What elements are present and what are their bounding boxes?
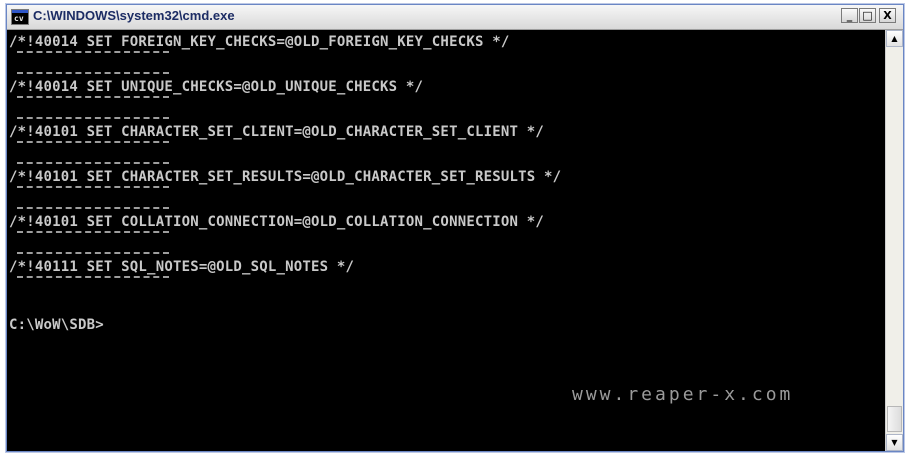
separator-line bbox=[9, 139, 879, 148]
separator-line bbox=[9, 229, 879, 238]
separator-line bbox=[9, 70, 879, 79]
app-icon-label: cv bbox=[14, 14, 24, 23]
console-text-area: /*!40014 SET FOREIGN_KEY_CHECKS=@OLD_FOR… bbox=[9, 34, 879, 333]
close-button[interactable]: X bbox=[879, 8, 896, 23]
console-line: /*!40101 SET COLLATION_CONNECTION=@OLD_C… bbox=[9, 214, 544, 230]
console-line: /*!40014 SET FOREIGN_KEY_CHECKS=@OLD_FOR… bbox=[9, 34, 510, 50]
vertical-scrollbar[interactable]: ▲ ▼ bbox=[885, 30, 903, 451]
scroll-down-arrow-icon[interactable]: ▼ bbox=[886, 434, 903, 451]
window-title: C:\WINDOWS\system32\cmd.exe bbox=[33, 8, 235, 23]
separator-line bbox=[9, 274, 879, 283]
separator-line bbox=[9, 94, 879, 103]
separator-line bbox=[9, 250, 879, 259]
console-output[interactable]: /*!40014 SET FOREIGN_KEY_CHECKS=@OLD_FOR… bbox=[7, 30, 885, 451]
console-line: /*!40014 SET UNIQUE_CHECKS=@OLD_UNIQUE_C… bbox=[9, 79, 424, 95]
watermark-text: www.reaper-x.com bbox=[572, 384, 794, 405]
console-line: /*!40111 SET SQL_NOTES=@OLD_SQL_NOTES */ bbox=[9, 259, 355, 275]
separator-line bbox=[9, 115, 879, 124]
cmd-window: cv C:\WINDOWS\system32\cmd.exe _ □ X /*!… bbox=[6, 4, 904, 452]
console-line: /*!40101 SET CHARACTER_SET_RESULTS=@OLD_… bbox=[9, 169, 562, 185]
scroll-up-arrow-icon[interactable]: ▲ bbox=[886, 30, 903, 47]
scroll-thumb[interactable] bbox=[887, 406, 902, 432]
separator-line bbox=[9, 184, 879, 193]
minimize-button[interactable]: _ bbox=[841, 8, 858, 23]
command-prompt[interactable]: C:\WoW\SDB> bbox=[9, 317, 879, 333]
separator-line bbox=[9, 49, 879, 58]
separator-line bbox=[9, 205, 879, 214]
cmd-app-icon[interactable]: cv bbox=[11, 9, 29, 25]
maximize-button[interactable]: □ bbox=[859, 8, 876, 23]
console-line: /*!40101 SET CHARACTER_SET_CLIENT=@OLD_C… bbox=[9, 124, 544, 140]
title-bar[interactable]: cv C:\WINDOWS\system32\cmd.exe _ □ X bbox=[7, 5, 903, 30]
separator-line bbox=[9, 160, 879, 169]
app-icon-bar bbox=[12, 10, 28, 13]
